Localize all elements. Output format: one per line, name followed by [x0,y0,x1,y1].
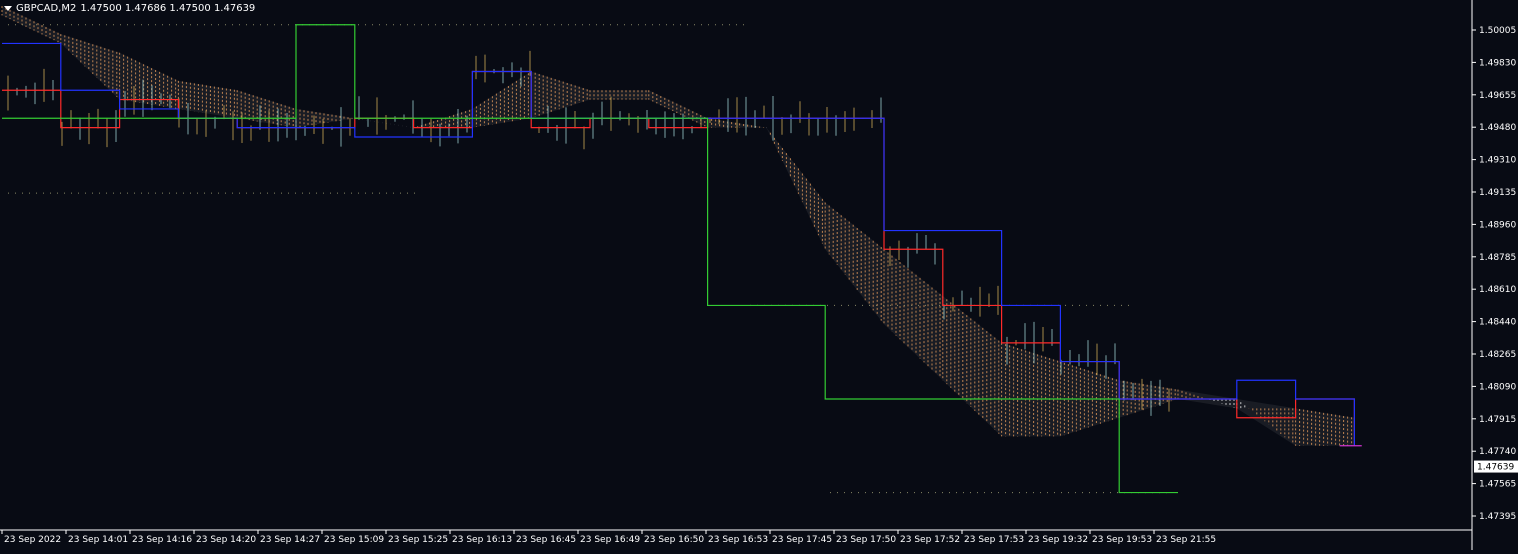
price-tick-label: 1.48610 [1479,285,1516,295]
time-tick-label: 23 Sep 16:53 [708,535,768,545]
time-tick-label: 23 Sep 14:20 [196,535,256,545]
time-tick-label: 23 Sep 17:50 [836,535,896,545]
price-tick-label: 1.47565 [1479,480,1516,490]
current-price-label: 1.47639 [1477,463,1514,473]
kumo-cloud-fill [2,6,1355,446]
time-tick-label: 23 Sep 14:27 [260,535,320,545]
price-tick-label: 1.49830 [1479,58,1516,68]
price-tick-label: 1.47915 [1479,415,1516,425]
price-tick-label: 1.48785 [1479,253,1516,263]
time-tick-label: 23 Sep 14:16 [132,535,192,545]
price-tick-label: 1.49480 [1479,123,1516,133]
time-tick-label: 23 Sep 19:53 [1092,535,1152,545]
symbol-label: GBPCAD,M2 [16,3,77,14]
time-tick-label: 23 Sep 2022 [4,535,61,545]
time-tick-label: 23 Sep 16:50 [644,535,704,545]
time-tick-label: 23 Sep 15:09 [324,535,384,545]
price-tick-label: 1.48265 [1479,350,1516,360]
time-tick-label: 23 Sep 16:13 [452,535,512,545]
price-tick-label: 1.48090 [1479,382,1516,392]
time-tick-label: 23 Sep 17:52 [900,535,960,545]
dropdown-triangle-icon[interactable] [4,6,12,11]
time-tick-label: 23 Sep 17:53 [964,535,1024,545]
time-tick-label: 23 Sep 17:45 [772,535,832,545]
price-tick-label: 1.49310 [1479,156,1516,166]
price-tick-label: 1.49135 [1479,188,1516,198]
time-tick-label: 23 Sep 15:25 [388,535,448,545]
chart-title-bar[interactable]: GBPCAD,M2 1.47500 1.47686 1.47500 1.4763… [4,3,255,14]
time-tick-label: 23 Sep 16:49 [580,535,640,545]
price-tick-label: 1.48960 [1479,220,1516,230]
price-tick-label: 1.50005 [1479,26,1516,36]
price-tick-label: 1.47740 [1479,447,1516,457]
time-tick-label: 23 Sep 16:45 [516,535,576,545]
chart-canvas: 1.50005 1.49830 1.49655 1.49480 1.49310 1.491… [0,0,1518,550]
price-chart[interactable]: 1.50005 1.49830 1.49655 1.49480 1.49310 1.491… [0,0,1518,550]
time-tick-label: 23 Sep 14:01 [68,535,128,545]
price-tick-label: 1.47395 [1479,512,1516,522]
price-tick-label: 1.48440 [1479,318,1516,328]
time-tick-label: 23 Sep 19:32 [1028,535,1088,545]
price-tick-label: 1.49655 [1479,91,1516,101]
time-tick-label: 23 Sep 21:55 [1156,535,1216,545]
ohlc-label: 1.47500 1.47686 1.47500 1.47639 [80,3,256,14]
